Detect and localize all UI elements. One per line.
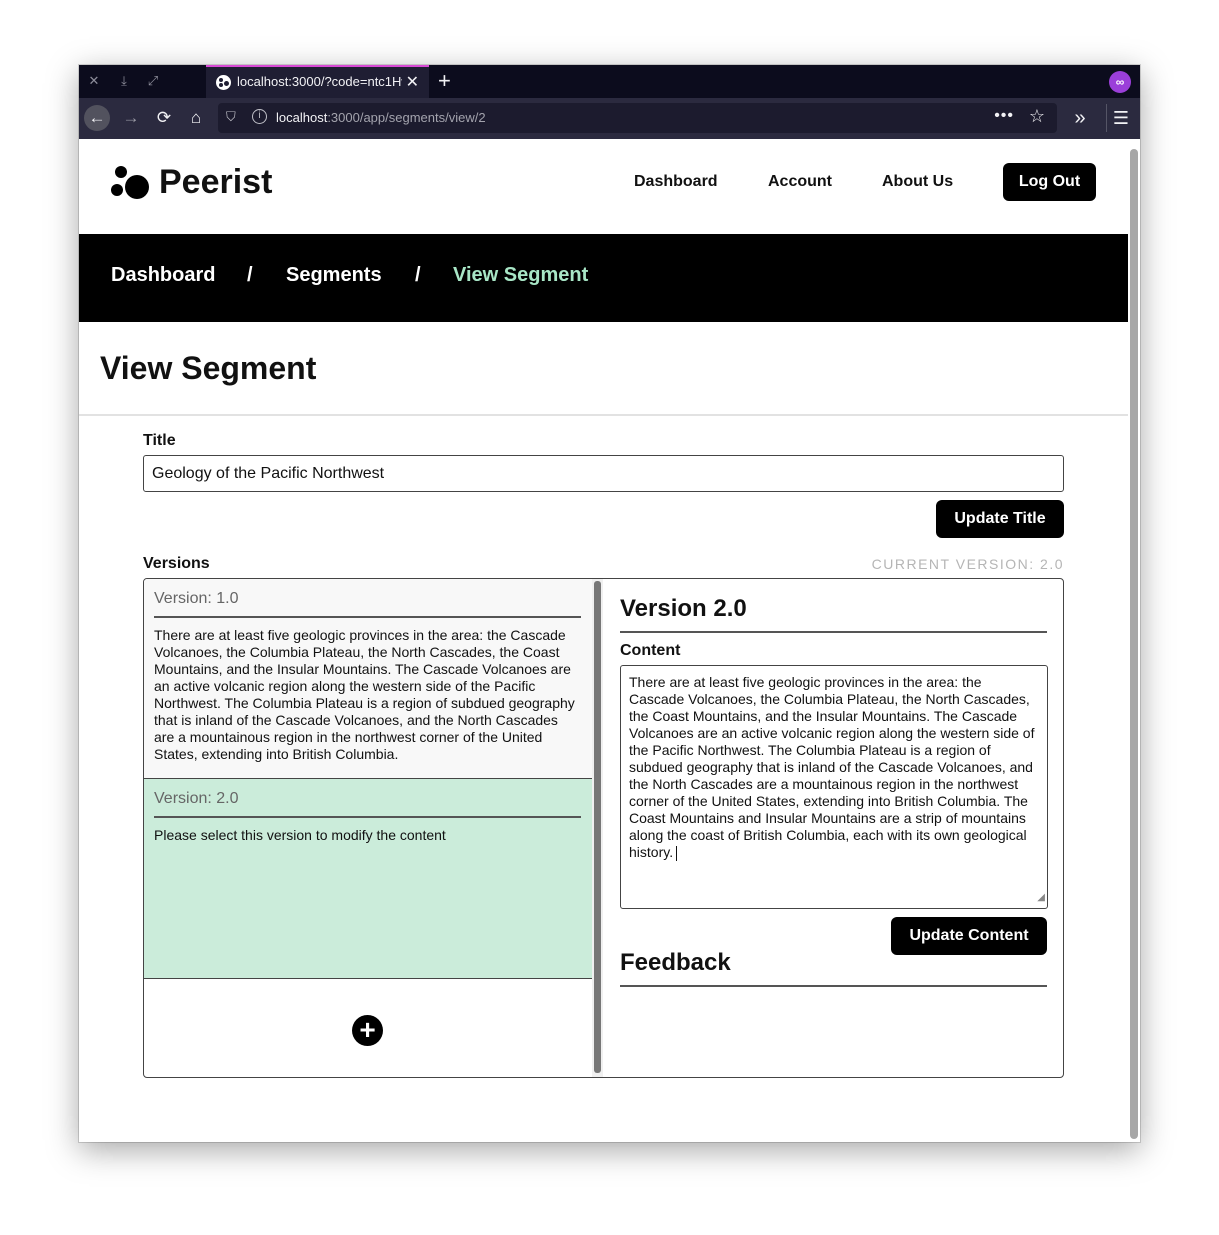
tab-bar: ✕ ⤓ ⤢ localhost:3000/?code=ntc1Hw ✕ + ∞ <box>79 65 1140 98</box>
address-bar[interactable]: ⛉ i localhost:3000/app/segments/view/2 •… <box>218 103 1057 133</box>
browser-window: ✕ ⤓ ⤢ localhost:3000/?code=ntc1Hw ✕ + ∞ … <box>79 65 1140 1142</box>
title-label: Title <box>143 432 176 449</box>
versions-panel: Version: 1.0 There are at least five geo… <box>143 578 1064 1078</box>
url-text[interactable]: localhost:3000/app/segments/view/2 <box>276 110 486 125</box>
feedback-heading: Feedback <box>620 949 1047 987</box>
version-item-2[interactable]: Version: 2.0 Please select this version … <box>144 779 592 979</box>
version-label: Version: 1.0 <box>154 590 581 618</box>
nav-about-us[interactable]: About Us <box>882 173 953 191</box>
title-input[interactable] <box>143 455 1064 492</box>
overflow-chevron-icon[interactable]: » <box>1067 105 1093 131</box>
logo-dot-icon <box>125 175 149 199</box>
version-preview-text: Please select this version to modify the… <box>154 827 446 843</box>
page-viewport: Peerist Dashboard Account About Us Log O… <box>79 139 1140 1142</box>
version-item-1[interactable]: Version: 1.0 There are at least five geo… <box>144 579 592 779</box>
version-label: Version: 2.0 <box>154 790 581 818</box>
tab-active[interactable]: localhost:3000/?code=ntc1Hw ✕ <box>206 65 429 98</box>
breadcrumb-separator: / <box>415 264 421 286</box>
page-scrollbar-thumb[interactable] <box>1130 149 1138 1139</box>
new-tab-button[interactable]: + <box>438 68 451 94</box>
version-list-scrollbar[interactable] <box>592 579 603 1077</box>
divider <box>79 414 1128 416</box>
breadcrumb-dashboard[interactable]: Dashboard <box>111 264 215 287</box>
nav-dashboard[interactable]: Dashboard <box>634 173 718 191</box>
shield-icon[interactable]: ⛉ <box>226 109 236 125</box>
site-header: Peerist Dashboard Account About Us Log O… <box>79 139 1128 234</box>
menu-hamburger-icon[interactable]: ☰ <box>1108 105 1134 131</box>
tab-close-icon[interactable]: ✕ <box>406 72 419 92</box>
bookmark-star-icon[interactable]: ☆ <box>1029 106 1045 127</box>
page-scrollbar[interactable] <box>1128 139 1140 1142</box>
logo-dot-icon <box>115 166 127 178</box>
private-browsing-icon: ∞ <box>1109 71 1131 93</box>
scrollbar-thumb[interactable] <box>594 581 601 1073</box>
site-favicon-icon <box>216 75 231 90</box>
current-version-text: CURRENT VERSION: 2.0 <box>871 556 1064 572</box>
back-arrow-icon[interactable]: ← <box>84 105 110 131</box>
resize-handle-icon[interactable]: ◢ <box>1037 889 1045 906</box>
content-label: Content <box>620 642 681 659</box>
nav-account[interactable]: Account <box>768 173 832 191</box>
window-maximize-icon[interactable]: ⤢ <box>145 73 161 89</box>
add-version-plus-icon[interactable]: + <box>352 1015 383 1046</box>
forward-arrow-icon[interactable]: → <box>118 105 144 131</box>
info-icon[interactable]: i <box>252 109 267 124</box>
page-actions-icon[interactable]: ••• <box>994 107 1014 125</box>
content-text: There are at least five geologic provinc… <box>629 674 1035 860</box>
page-title: View Segment <box>100 350 317 386</box>
logout-button[interactable]: Log Out <box>1003 163 1096 201</box>
breadcrumb-view-segment: View Segment <box>453 264 589 286</box>
logo-dot-icon <box>111 184 123 196</box>
reload-icon[interactable]: ⟳ <box>151 105 177 131</box>
version-detail-title: Version 2.0 <box>620 595 1047 633</box>
url-host: localhost <box>276 110 328 125</box>
version-detail: Version 2.0 Content There are at least f… <box>604 579 1063 1077</box>
version-preview-text: There are at least five geologic provinc… <box>154 627 575 762</box>
toolbar-divider <box>1106 104 1107 132</box>
brand-logo[interactable]: Peerist <box>111 163 311 204</box>
add-version-area: + <box>144 979 592 1077</box>
url-path: :3000/app/segments/view/2 <box>327 110 486 125</box>
home-icon[interactable]: ⌂ <box>183 105 209 131</box>
content-textarea[interactable]: There are at least five geologic provinc… <box>620 665 1048 909</box>
breadcrumb: Dashboard / Segments / View Segment <box>79 234 1128 322</box>
update-title-button[interactable]: Update Title <box>936 500 1064 538</box>
breadcrumb-separator: / <box>247 264 253 286</box>
text-cursor <box>676 845 678 861</box>
breadcrumb-segments[interactable]: Segments <box>286 264 382 287</box>
version-list: Version: 1.0 There are at least five geo… <box>144 579 603 1077</box>
brand-name: Peerist <box>159 163 273 201</box>
navigation-toolbar: ← → ⟳ ⌂ ⛉ i localhost:3000/app/segments/… <box>79 98 1140 139</box>
tab-title: localhost:3000/?code=ntc1Hw <box>237 74 402 89</box>
window-minimize-icon[interactable]: ⤓ <box>116 73 132 89</box>
versions-label: Versions <box>143 555 210 572</box>
window-close-icon[interactable]: ✕ <box>86 73 102 89</box>
